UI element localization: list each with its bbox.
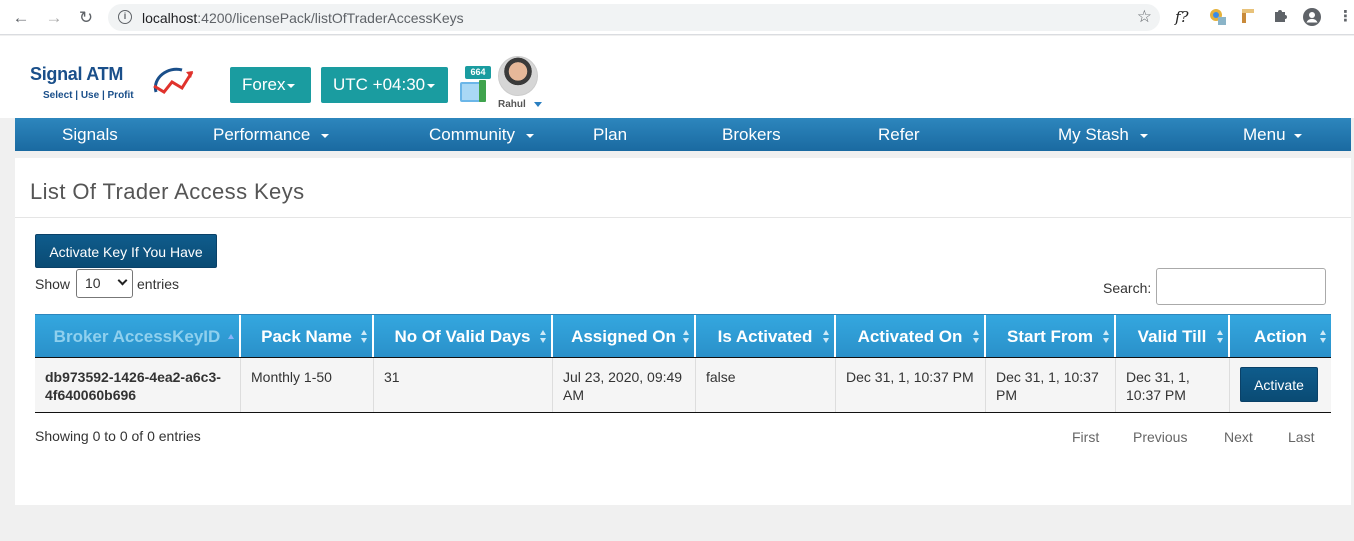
timezone-dropdown[interactable]: UTC +04:30 [321,67,448,103]
page-title: List Of Trader Access Keys [30,179,305,204]
entries-label: entries [137,276,180,292]
cell-valid-days: 31 [374,358,553,412]
pager-previous[interactable]: Previous [1133,429,1187,445]
cell-action: Activate [1230,358,1331,412]
nav-item-menu[interactable]: Menu [1243,118,1303,151]
nav-item-brokers[interactable]: Brokers [722,118,781,151]
search-label: Search: [1103,280,1152,296]
column-header-is-activated[interactable]: Is Activated [696,315,836,358]
column-header-activated-on[interactable]: Activated On [836,315,986,358]
column-header-valid-days[interactable]: No Of Valid Days [374,315,553,358]
back-arrow-icon[interactable]: ← [10,7,32,29]
cell-activated-on: Dec 31, 1, 10:37 PM [836,358,986,412]
font-extension-icon[interactable]: f? [1175,7,1189,27]
pager-last[interactable]: Last [1288,429,1314,445]
column-header-start-from[interactable]: Start From [986,315,1116,358]
pager-next[interactable]: Next [1224,429,1253,445]
nav-item-performance[interactable]: Performance [213,118,330,151]
sort-icon [1217,330,1223,344]
search-input[interactable] [1156,268,1326,305]
logo-tagline: Select | Use | Profit [43,90,134,101]
logo-text: Signal ATM [30,64,124,84]
forward-arrow-icon[interactable]: → [43,7,65,29]
title-divider [15,217,1351,218]
nav-item-plan[interactable]: Plan [593,118,627,151]
signal-atm-logo[interactable]: Signal ATM Select | Use | Profit [28,60,198,104]
sort-asc-icon [228,330,234,344]
table-row: db973592-1426-4ea2-a6c3-4f640060b696 Mon… [35,357,1331,413]
sort-icon [683,330,689,344]
cell-is-activated: false [696,358,836,412]
sort-icon [973,330,979,344]
activate-button[interactable]: Activate [1240,367,1318,402]
page-length-select[interactable]: 10 [76,269,133,298]
color-extension-icon[interactable] [1208,7,1228,27]
coins-stack-icon[interactable] [459,78,487,104]
activate-key-button[interactable]: Activate Key If You Have [35,234,217,268]
sort-icon [540,330,546,344]
user-avatar[interactable] [498,56,538,96]
page: Signal ATM Select | Use | Profit Forex U… [0,36,1354,541]
address-bar[interactable]: i localhost:4200/licensePack/listOfTrade… [108,4,1160,31]
nav-item-community[interactable]: Community [429,118,534,151]
url-text: localhost:4200/licensePack/listOfTraderA… [142,10,464,26]
user-name[interactable]: Rahul [498,99,526,110]
nav-item-signals[interactable]: Signals [62,118,118,151]
select-chevron-icon [117,275,128,286]
column-header-pack-name[interactable]: Pack Name [241,315,374,358]
show-label: Show [35,276,71,292]
pager-first[interactable]: First [1072,429,1099,445]
site-info-icon[interactable]: i [118,10,132,24]
cell-assigned-on: Jul 23, 2020, 09:49 AM [553,358,696,412]
browser-toolbar: ← → ↻ i localhost:4200/licensePack/listO… [0,0,1354,35]
site-header: Signal ATM Select | Use | Profit Forex U… [0,36,1354,118]
sort-icon [823,330,829,344]
market-dropdown[interactable]: Forex [230,67,311,103]
sort-icon [361,330,367,344]
cell-valid-till: Dec 31, 1, 10:37 PM [1116,358,1230,412]
cell-start-from: Dec 31, 1, 10:37 PM [986,358,1116,412]
table-header: Broker AccessKeyID Pack Name No Of Valid… [35,314,1331,358]
nav-item-my-stash[interactable]: My Stash [1058,118,1148,151]
cell-pack-name: Monthly 1-50 [241,358,374,412]
column-header-valid-till[interactable]: Valid Till [1116,315,1230,358]
nav-item-refer[interactable]: Refer [878,118,920,151]
sort-icon [1103,330,1109,344]
column-header-assigned-on[interactable]: Assigned On [553,315,696,358]
column-header-key-id[interactable]: Broker AccessKeyID [35,315,241,358]
column-header-action[interactable]: Action [1230,315,1331,358]
reload-icon[interactable]: ↻ [75,7,97,29]
cell-key-id: db973592-1426-4ea2-a6c3-4f640060b696 [35,358,241,412]
dropper-extension-icon[interactable] [1240,7,1256,27]
table-info: Showing 0 to 0 of 0 entries [35,428,201,444]
access-keys-card: List Of Trader Access Keys Activate Key … [15,158,1351,505]
profile-icon[interactable] [1302,7,1322,27]
kebab-menu-icon[interactable]: ⋮ [1338,7,1353,27]
main-nav: Signals Performance Community Plan Broke… [15,118,1351,151]
extensions-puzzle-icon[interactable] [1272,7,1288,27]
user-menu-caret-icon[interactable] [534,102,542,107]
bookmark-star-icon[interactable]: ☆ [1137,7,1152,27]
sort-icon [1320,330,1326,344]
logo-swoosh-icon [153,67,194,94]
